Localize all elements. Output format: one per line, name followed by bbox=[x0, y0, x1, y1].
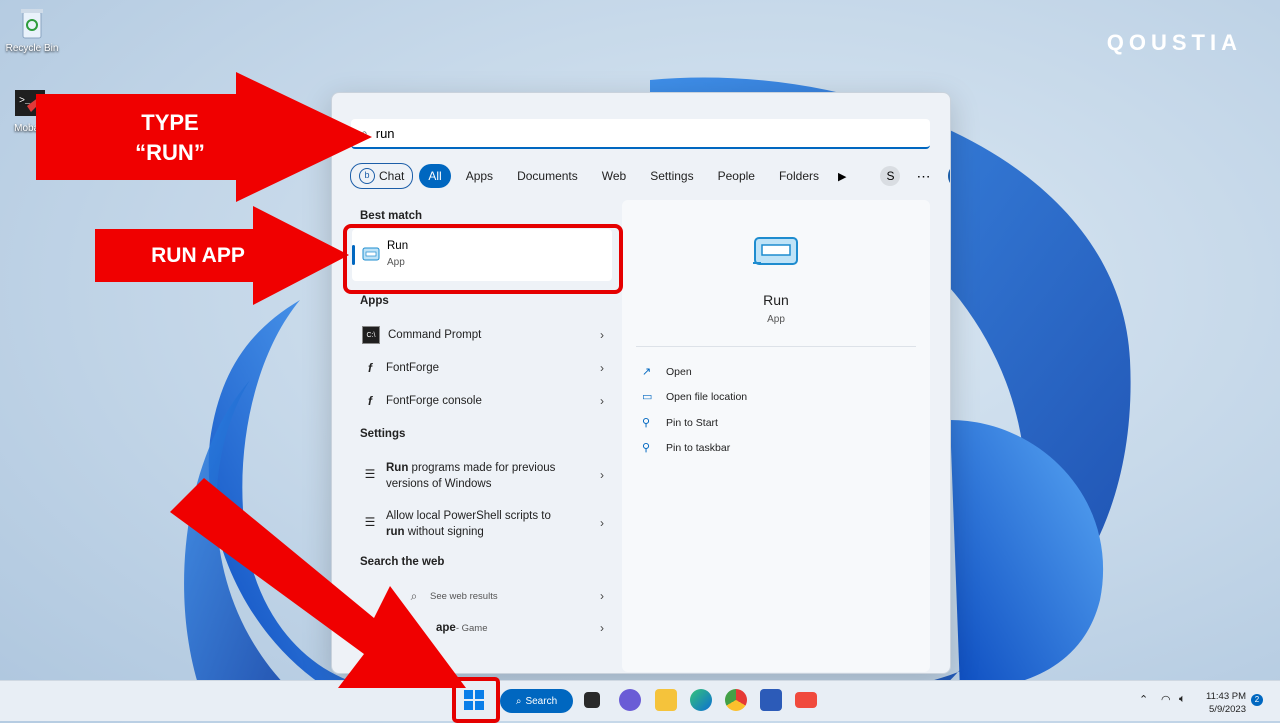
taskbar-search-button[interactable]: ⌕ Search bbox=[500, 689, 573, 713]
filter-bar: b Chat All Apps Documents Web Settings P… bbox=[350, 163, 950, 189]
volume-icon[interactable]: 🔈︎ bbox=[1179, 693, 1186, 706]
annotation-arrow-start bbox=[170, 478, 466, 688]
run-app-icon bbox=[753, 237, 798, 265]
apps-heading: Apps bbox=[360, 295, 389, 307]
action-open[interactable]: ↗ Open bbox=[642, 365, 692, 379]
desktop-icon-label: Recycle Bin bbox=[5, 43, 59, 54]
preview-title: Run bbox=[763, 292, 789, 308]
desktop-icon-recycle-bin[interactable]: Recycle Bin bbox=[2, 6, 62, 54]
system-clock[interactable]: 11:43 PM 5/9/2023 bbox=[1206, 690, 1246, 716]
search-box[interactable]: ⌕ bbox=[351, 119, 930, 149]
wifi-icon[interactable]: ◠ bbox=[1161, 693, 1171, 706]
recycle-bin-icon bbox=[21, 9, 43, 39]
action-open-file-location[interactable]: ▭ Open file location bbox=[642, 390, 747, 404]
chevron-right-icon: › bbox=[600, 394, 604, 408]
chevron-right-icon: › bbox=[600, 589, 604, 603]
filter-all[interactable]: All bbox=[419, 164, 451, 188]
cmd-icon: C:\ bbox=[362, 326, 380, 344]
open-icon: ↗ bbox=[642, 366, 652, 378]
bing-icon[interactable]: b bbox=[948, 163, 950, 189]
highlight-best-match bbox=[343, 224, 623, 294]
fontforge-icon: f bbox=[368, 394, 372, 408]
notification-badge[interactable]: 2 bbox=[1251, 694, 1263, 706]
filter-settings[interactable]: Settings bbox=[641, 164, 702, 188]
filter-people[interactable]: People bbox=[709, 164, 764, 188]
teams-chat-icon[interactable] bbox=[619, 689, 641, 711]
search-icon: ⌕ bbox=[515, 695, 522, 707]
filter-documents[interactable]: Documents bbox=[508, 164, 587, 188]
action-pin-to-taskbar[interactable]: ⚲ Pin to taskbar bbox=[642, 441, 730, 455]
filter-web[interactable]: Web bbox=[593, 164, 635, 188]
more-options-icon[interactable]: ⋯ bbox=[916, 168, 930, 185]
preview-subtitle: App bbox=[767, 314, 785, 325]
best-match-heading: Best match bbox=[360, 210, 422, 222]
annotation-run-app: RUN APP bbox=[151, 244, 245, 267]
file-explorer-icon[interactable] bbox=[655, 689, 677, 711]
task-view-icon[interactable] bbox=[584, 692, 600, 708]
app-result[interactable]: f FontForge console › bbox=[352, 393, 612, 409]
chevron-right-icon: › bbox=[600, 361, 604, 375]
chevron-right-icon: › bbox=[600, 516, 604, 530]
preview-pane: Run App ↗ Open ▭ Open file location ⚲ Pin t… bbox=[622, 200, 930, 672]
divider bbox=[636, 346, 916, 347]
chevron-right-icon: › bbox=[600, 328, 604, 342]
store-icon[interactable] bbox=[760, 689, 782, 711]
chevron-right-icon: › bbox=[600, 621, 604, 635]
chevron-right-icon: › bbox=[600, 468, 604, 482]
play-arrow-icon[interactable]: ▶ bbox=[838, 170, 846, 183]
clock-date: 5/9/2023 bbox=[1209, 704, 1246, 715]
brand-watermark: QOUSTIA bbox=[1106, 30, 1242, 55]
pin-icon: ⚲ bbox=[642, 442, 651, 454]
app-result[interactable]: f FontForge › bbox=[352, 360, 612, 376]
edge-icon[interactable] bbox=[690, 689, 712, 711]
action-pin-to-start[interactable]: ⚲ Pin to Start bbox=[642, 416, 718, 430]
fontforge-icon: f bbox=[368, 361, 372, 375]
clock-time: 11:43 PM bbox=[1206, 691, 1246, 702]
search-input[interactable] bbox=[373, 124, 898, 142]
settings-heading: Settings bbox=[360, 428, 406, 440]
filter-folders[interactable]: Folders bbox=[770, 164, 828, 188]
video-recorder-icon[interactable] bbox=[795, 692, 817, 708]
app-result[interactable]: C:\ Command Prompt › bbox=[352, 326, 612, 344]
pin-icon: ⚲ bbox=[642, 417, 651, 429]
account-avatar[interactable]: S bbox=[880, 166, 901, 186]
annotation-type-run: TYPE “RUN” bbox=[135, 110, 205, 165]
chevron-up-icon[interactable]: ⌃ bbox=[1139, 693, 1148, 706]
chrome-icon[interactable] bbox=[725, 689, 747, 711]
folder-icon: ▭ bbox=[642, 391, 653, 403]
filter-apps[interactable]: Apps bbox=[457, 164, 502, 188]
